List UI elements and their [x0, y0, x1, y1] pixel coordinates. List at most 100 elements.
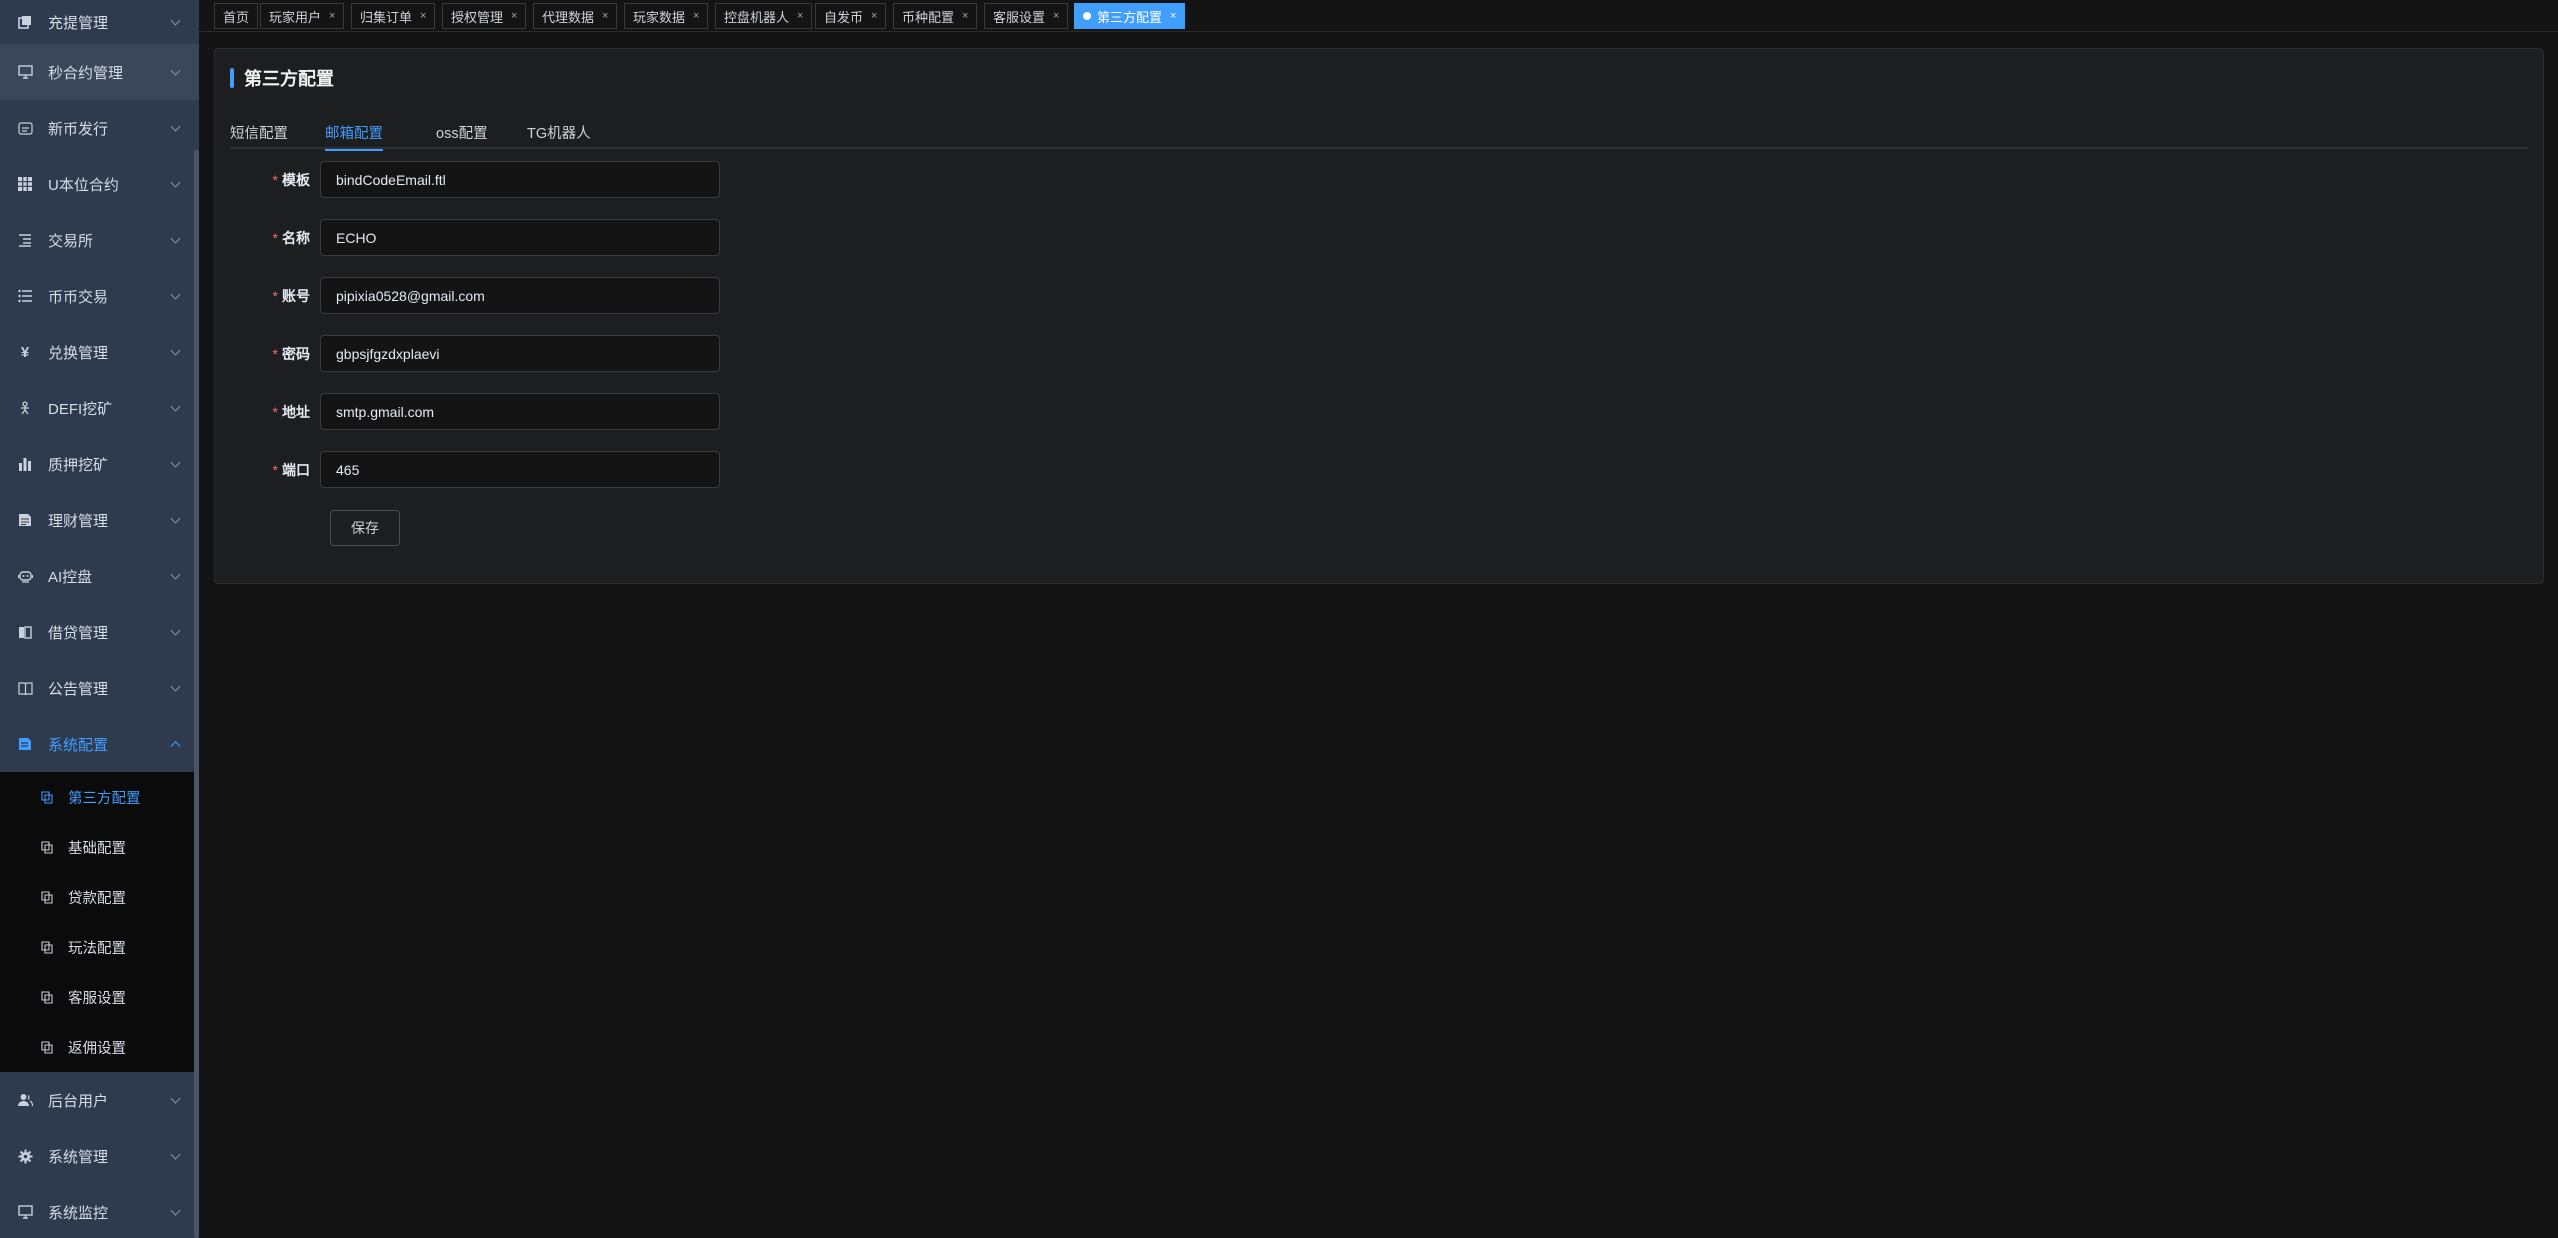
sidebar-item-label: 系统管理	[48, 1148, 109, 1166]
close-icon[interactable]: ×	[871, 10, 877, 22]
tag-players[interactable]: 玩家用户 ×	[260, 3, 345, 29]
form-row-host: * 地址	[215, 393, 720, 430]
sidebar-item-label: 新币发行	[48, 120, 109, 138]
sidebar-scrollbar[interactable]	[194, 150, 199, 1238]
sidebar-item-exchange[interactable]: 交易所	[0, 212, 199, 268]
sidebar-subitem-loan-config[interactable]: 贷款配置	[0, 872, 199, 922]
tag-coin-config[interactable]: 币种配置 ×	[893, 3, 978, 29]
sidebar-item-u-contract[interactable]: U本位合约	[0, 156, 199, 212]
tag-collect-orders[interactable]: 归集订单 ×	[351, 3, 436, 29]
close-icon[interactable]: ×	[329, 10, 335, 22]
config-icon	[40, 890, 54, 904]
close-icon[interactable]: ×	[962, 10, 968, 22]
form-row-template: * 模板	[215, 161, 720, 198]
yen-icon: ¥	[20, 343, 30, 361]
tag-home[interactable]: 首页	[214, 3, 259, 29]
sidebar-item-swap[interactable]: ¥ 兑换管理	[0, 324, 199, 380]
sidebar-item-spot-trading[interactable]: 币币交易	[0, 268, 199, 324]
tag-agent-data[interactable]: 代理数据 ×	[533, 3, 618, 29]
sidebar-item-label: 币币交易	[48, 288, 109, 306]
chevron-down-icon	[170, 65, 181, 76]
chevron-down-icon	[170, 289, 181, 300]
page-title: 第三方配置	[230, 67, 334, 89]
config-icon	[40, 990, 54, 1004]
tab-oss[interactable]: oss配置	[436, 115, 488, 149]
close-icon[interactable]: ×	[1053, 10, 1059, 22]
sidebar-item-admin-users[interactable]: 后台用户	[0, 1072, 199, 1128]
sidebar-item-seconds-contract[interactable]: 秒合约管理	[0, 44, 199, 100]
sidebar-subitem-rebate[interactable]: 返佣设置	[0, 1022, 199, 1072]
form-row-name: * 名称	[215, 219, 720, 256]
account-input[interactable]	[320, 277, 720, 314]
tag-customer-service[interactable]: 客服设置 ×	[984, 3, 1069, 29]
sidebar-item-announcement[interactable]: 公告管理	[0, 660, 199, 716]
chevron-down-icon	[170, 513, 181, 524]
close-icon[interactable]: ×	[420, 10, 426, 22]
port-input[interactable]	[320, 451, 720, 488]
save-button[interactable]: 保存	[330, 510, 400, 546]
user-icon	[17, 1092, 33, 1108]
sidebar-item-staking[interactable]: 质押挖矿	[0, 436, 199, 492]
sidebar-item-label: 交易所	[48, 232, 94, 250]
document-icon	[17, 512, 33, 528]
config-icon	[40, 940, 54, 954]
tab-tg-bot[interactable]: TG机器人	[527, 115, 591, 149]
chevron-down-icon	[170, 401, 181, 412]
chevron-down-icon	[170, 625, 181, 636]
loan-icon	[17, 624, 33, 640]
close-icon[interactable]: ×	[1170, 10, 1176, 22]
sidebar-subitem-label: 返佣设置	[68, 1040, 126, 1057]
tag-control-bot[interactable]: 控盘机器人 ×	[715, 3, 813, 29]
tab-email[interactable]: 邮箱配置	[325, 115, 383, 151]
sidebar-subitem-basic[interactable]: 基础配置	[0, 822, 199, 872]
chevron-down-icon	[170, 121, 181, 132]
field-label: * 端口	[272, 461, 310, 478]
coin-icon	[17, 120, 33, 136]
chevron-down-icon	[170, 457, 181, 468]
chevron-down-icon	[170, 345, 181, 356]
config-tabs: 短信配置 邮箱配置 oss配置 TG机器人	[230, 115, 2528, 151]
sidebar-subitem-label: 客服设置	[68, 990, 126, 1007]
system-config-submenu: 第三方配置 基础配置 贷款配置 玩法配置 客服设置 返佣设置	[0, 772, 199, 1072]
sidebar-item-label: 兑换管理	[48, 344, 109, 362]
host-input[interactable]	[320, 393, 720, 430]
sidebar-subitem-label: 基础配置	[68, 840, 126, 857]
sidebar-subitem-third-party[interactable]: 第三方配置	[0, 772, 199, 822]
sidebar-item-finance[interactable]: 理财管理	[0, 492, 199, 548]
tab-sms[interactable]: 短信配置	[230, 115, 288, 149]
name-input[interactable]	[320, 219, 720, 256]
form-row-password: * 密码	[215, 335, 720, 372]
tag-authorization[interactable]: 授权管理 ×	[442, 3, 527, 29]
sidebar-item-label: 公告管理	[48, 680, 109, 698]
active-dot-icon	[1083, 12, 1091, 20]
sidebar-item-new-coin[interactable]: 新币发行	[0, 100, 199, 156]
close-icon[interactable]: ×	[602, 10, 608, 22]
sidebar-item-system-config[interactable]: 系统配置	[0, 716, 199, 772]
close-icon[interactable]: ×	[693, 10, 699, 22]
sidebar-subitem-gameplay[interactable]: 玩法配置	[0, 922, 199, 972]
config-icon	[40, 840, 54, 854]
sidebar-item-recharge[interactable]: 充提管理	[0, 0, 199, 44]
form-row-port: * 端口	[215, 451, 720, 488]
close-icon[interactable]: ×	[797, 10, 803, 22]
sidebar-subitem-customer-service[interactable]: 客服设置	[0, 972, 199, 1022]
sidebar-subitem-label: 第三方配置	[68, 790, 141, 807]
config-icon	[40, 790, 54, 804]
close-icon[interactable]: ×	[511, 10, 517, 22]
sidebar-item-label: AI控盘	[48, 568, 93, 586]
tag-player-data[interactable]: 玩家数据 ×	[624, 3, 709, 29]
tag-self-coin[interactable]: 自发币 ×	[815, 3, 887, 29]
sidebar-item-system-monitor[interactable]: 系统监控	[0, 1184, 199, 1238]
chevron-up-icon	[170, 741, 181, 752]
sidebar-subitem-label: 贷款配置	[68, 890, 126, 907]
sidebar-item-ai-control[interactable]: AI控盘	[0, 548, 199, 604]
sidebar-item-defi[interactable]: DEFI挖矿	[0, 380, 199, 436]
tag-third-party-active[interactable]: 第三方配置 ×	[1074, 3, 1186, 29]
sidebar-item-label: 系统配置	[48, 736, 109, 754]
grid-icon	[17, 176, 33, 192]
password-input[interactable]	[320, 335, 720, 372]
template-input[interactable]	[320, 161, 720, 198]
robot-icon	[17, 568, 33, 584]
sidebar-item-system-management[interactable]: 系统管理	[0, 1128, 199, 1184]
sidebar-item-loan[interactable]: 借贷管理	[0, 604, 199, 660]
